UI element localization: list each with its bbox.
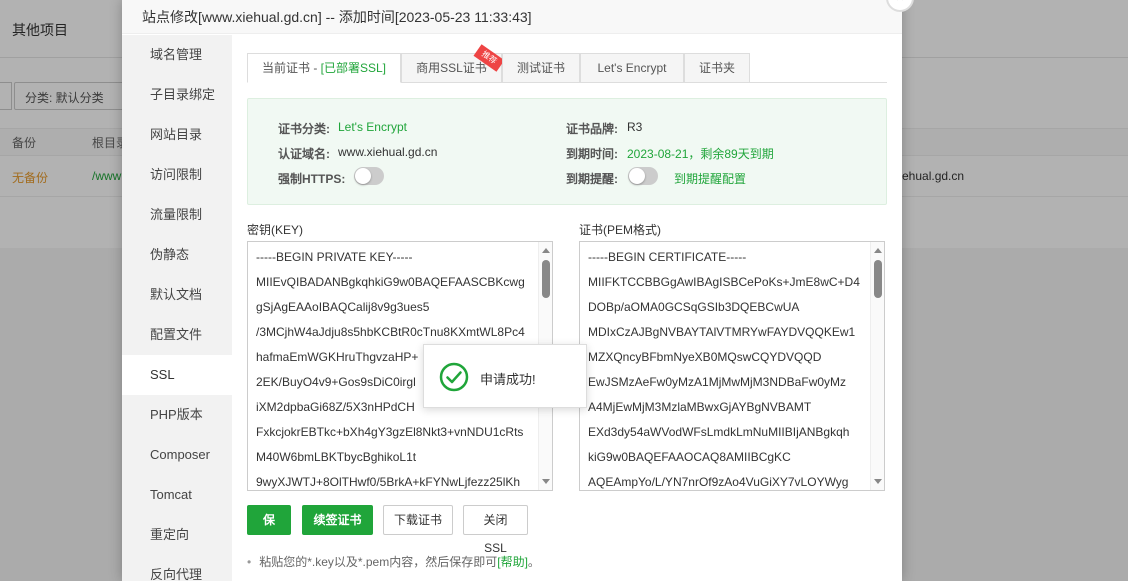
tab-commercial-ssl[interactable]: 商用SSL证书 推荐: [401, 44, 505, 83]
sidebar-item-ssl[interactable]: SSL: [122, 355, 232, 395]
cert-line: AQEAmpYo/L/YN7nrOf9zAo4VuGiXY7vLOYWyg: [588, 475, 849, 489]
paste-tip: • 粘贴您的*.key以及*.pem内容，然后保存即可[帮助]。: [247, 553, 540, 570]
cert-line: MZXQncyBFbmNyeXB0MQswCQYDVQQD: [588, 350, 822, 364]
cert-brand-value: R3: [627, 120, 643, 134]
key-line: /3MCjhW4aJdju8s5hbKCBtR0cTnu8KXmtWL8Pc4: [256, 325, 525, 339]
key-label: 密钥(KEY): [247, 223, 304, 237]
expire-remind-label: 到期提醒:: [566, 172, 618, 186]
tab-current-label: 当前证书 -: [261, 61, 321, 75]
cert-line: EXd3dy54aWVodWFsLmdkLmNuMIIBIjANBgkqh: [588, 425, 850, 439]
sidebar-item-composer[interactable]: Composer: [122, 435, 232, 475]
tab-lets-encrypt[interactable]: Let's Encrypt: [580, 53, 684, 83]
cert-label: 证书(PEM格式): [579, 223, 661, 237]
bullet-icon: •: [247, 555, 252, 569]
cert-line: DOBp/aOMA0GCSqGSIb3DQEBCwUA: [588, 300, 800, 314]
cert-brand-label: 证书品牌:: [566, 122, 618, 136]
success-check-icon: [439, 362, 469, 392]
expire-remind-toggle[interactable]: [628, 167, 658, 185]
key-line: MIIEvQIBADANBgkqhkiG9w0BAQEFAASCBKcwg: [256, 275, 525, 289]
key-line: FxkcjokrEBTkc+bXh4gY3gzEl8Nkt3+vnNDU1cRt…: [256, 425, 524, 439]
sidebar-item-tomcat[interactable]: Tomcat: [122, 475, 232, 515]
ssl-tabs: 当前证书 - [已部署SSL] 商用SSL证书 推荐 测试证书 Let's En…: [247, 44, 887, 83]
key-line: gSjAgEAAoIBAQCalij8v9g3ues5: [256, 300, 430, 314]
renew-cert-button[interactable]: 续签证书: [302, 505, 373, 535]
cert-domain-label: 认证域名:: [278, 147, 330, 161]
close-ssl-button[interactable]: 关闭SSL: [463, 505, 528, 555]
scroll-down-icon[interactable]: [542, 479, 550, 484]
scroll-thumb[interactable]: [874, 260, 882, 298]
tab-current-cert[interactable]: 当前证书 - [已部署SSL]: [247, 53, 401, 83]
cert-category-value: Let's Encrypt: [338, 120, 407, 134]
success-toast: 申请成功!: [423, 344, 587, 408]
toggle-knob: [629, 168, 645, 184]
tip-text: 粘贴您的*.key以及*.pem内容，然后保存即可: [259, 555, 498, 569]
cert-line: EwJSMzAeFw0yMzA1MjMwMjM3NDBaFw0yMz: [588, 375, 847, 389]
cert-expire-label: 到期时间:: [566, 147, 618, 161]
cert-line: MIIFKTCCBBGgAwIBAgISBCePoKs+JmE8wC+D4: [588, 275, 860, 289]
cert-line: A4MjEwMjM3MzlaMBwxGjAYBgNVBAMT: [588, 400, 812, 414]
scroll-thumb[interactable]: [542, 260, 550, 298]
key-line: 9wyXJWTJ+8OlTHwf0/5BrkA+kFYNwLjfezz25lKh: [256, 475, 521, 489]
cert-expire-value: 2023-08-21，剩余89天到期: [627, 147, 774, 161]
tip-suffix: 。: [527, 555, 540, 569]
download-cert-button[interactable]: 下载证书: [383, 505, 453, 535]
cert-info-box: 证书分类: Let's Encrypt 证书品牌: R3 认证域名: www.x…: [247, 98, 887, 205]
sidebar-item-access-limit[interactable]: 访问限制: [122, 155, 232, 195]
force-https-toggle[interactable]: [354, 167, 384, 185]
dialog-title: 站点修改[www.xiehual.gd.cn] -- 添加时间[2023-05-…: [122, 0, 902, 34]
key-line: -----BEGIN PRIVATE KEY-----: [256, 250, 413, 264]
tab-test-cert[interactable]: 测试证书: [502, 53, 580, 83]
force-https-label: 强制HTTPS:: [278, 172, 346, 186]
toast-message: 申请成功!: [480, 372, 536, 387]
sidebar-item-redirect[interactable]: 重定向: [122, 515, 232, 555]
sidebar-item-site-dir[interactable]: 网站目录: [122, 115, 232, 155]
dialog-sidebar: 域名管理 子目录绑定 网站目录 访问限制 流量限制 伪静态 默认文档 配置文件 …: [122, 35, 232, 581]
ssl-deployed-status: [已部署SSL]: [320, 61, 387, 75]
sidebar-item-proxy[interactable]: 反向代理: [122, 555, 232, 581]
sidebar-item-php[interactable]: PHP版本: [122, 395, 232, 435]
cert-scrollbar[interactable]: [870, 242, 884, 490]
sidebar-item-default-doc[interactable]: 默认文档: [122, 275, 232, 315]
cert-textarea[interactable]: -----BEGIN CERTIFICATE----- MIIFKTCCBBGg…: [579, 241, 885, 491]
scroll-up-icon[interactable]: [874, 248, 882, 253]
site-edit-dialog: 站点修改[www.xiehual.gd.cn] -- 添加时间[2023-05-…: [122, 0, 914, 581]
scroll-down-icon[interactable]: [874, 479, 882, 484]
sidebar-item-config[interactable]: 配置文件: [122, 315, 232, 355]
sidebar-item-traffic-limit[interactable]: 流量限制: [122, 195, 232, 235]
toggle-knob: [355, 168, 371, 184]
save-button[interactable]: 保存: [247, 505, 291, 555]
help-link[interactable]: [帮助]: [497, 555, 528, 569]
sidebar-item-subdir[interactable]: 子目录绑定: [122, 75, 232, 115]
scroll-up-icon[interactable]: [542, 248, 550, 253]
key-line: M40W6bmLBKTbycBghikoL1t: [256, 450, 417, 464]
ssl-panel: 当前证书 - [已部署SSL] 商用SSL证书 推荐 测试证书 Let's En…: [247, 35, 887, 581]
tab-commercial-label: 商用SSL证书: [416, 61, 487, 75]
cert-line: -----BEGIN CERTIFICATE-----: [588, 250, 747, 264]
tab-cert-folder[interactable]: 证书夹: [684, 53, 750, 83]
expire-remind-config-link[interactable]: 到期提醒配置: [674, 170, 746, 187]
cert-domain-value: www.xiehual.gd.cn: [338, 145, 438, 159]
cert-category-label: 证书分类:: [278, 122, 330, 136]
cert-line: kiG9w0BAQEFAAOCAQ8AMIIBCgKC: [588, 450, 791, 464]
cert-line: MDIxCzAJBgNVBAYTAlVTMRYwFAYDVQQKEw1: [588, 325, 856, 339]
sidebar-item-rewrite[interactable]: 伪静态: [122, 235, 232, 275]
sidebar-item-domain[interactable]: 域名管理: [122, 35, 232, 75]
